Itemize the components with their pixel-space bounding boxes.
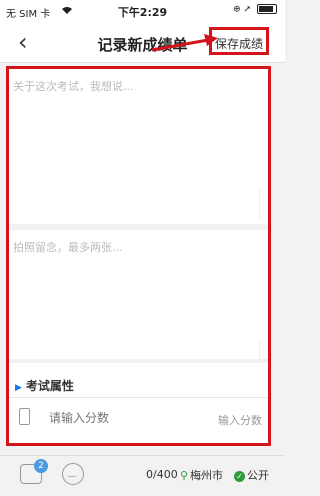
scroll-indicator — [259, 189, 260, 219]
annotation-arrow-icon — [151, 34, 218, 52]
score-row: 输入分数 — [9, 397, 268, 438]
comment-placeholder: 关于这次考试，我想说... — [13, 80, 134, 93]
section-exam-attributes[interactable]: ▶ 考试属性 — [15, 377, 74, 394]
status-icons: ⊕ ➚ — [233, 4, 277, 15]
location-label: 梅州市 — [190, 469, 224, 482]
photo-upload-area[interactable]: 拍照留念，最多两张... — [13, 239, 265, 349]
photo-placeholder: 拍照留念，最多两张... — [13, 241, 123, 254]
location-pin-icon: ⚲ — [180, 469, 189, 482]
check-icon: ✓ — [234, 471, 245, 482]
divider-2 — [9, 359, 268, 363]
score-label: 输入分数 — [218, 414, 262, 427]
status-bar: 无 SIM 卡 下午2:29 ⊕ ➚ — [0, 0, 285, 22]
emoji-icon[interactable] — [62, 463, 84, 485]
char-count: 0/400 — [146, 468, 178, 481]
visibility-label: 公开 — [247, 469, 269, 482]
content-frame: 关于这次考试，我想说... 拍照留念，最多两张... ▶考试属性 输入分数 — [6, 66, 271, 446]
image-count-badge: 2 — [34, 459, 48, 473]
score-input[interactable] — [47, 410, 171, 426]
battery-icon — [257, 4, 277, 14]
phone-icon — [19, 408, 30, 425]
triangle-right-icon: ▶ — [15, 383, 22, 393]
rotation-lock-icon: ⊕ ➚ — [233, 4, 252, 15]
location-button[interactable]: ⚲ 梅州市 — [180, 467, 223, 483]
comment-textarea[interactable]: 关于这次考试，我想说... — [13, 73, 265, 223]
nav-bar: ‹ 记录新成绩单 保存成绩 — [0, 22, 285, 63]
scroll-indicator-2 — [259, 339, 260, 359]
bottom-toolbar: 2 0/400 ⚲梅州市 ✓公开 — [0, 455, 285, 496]
visibility-toggle[interactable]: ✓ 公开 — [234, 467, 269, 483]
divider — [9, 224, 268, 230]
section-title: 考试属性 — [25, 379, 74, 393]
